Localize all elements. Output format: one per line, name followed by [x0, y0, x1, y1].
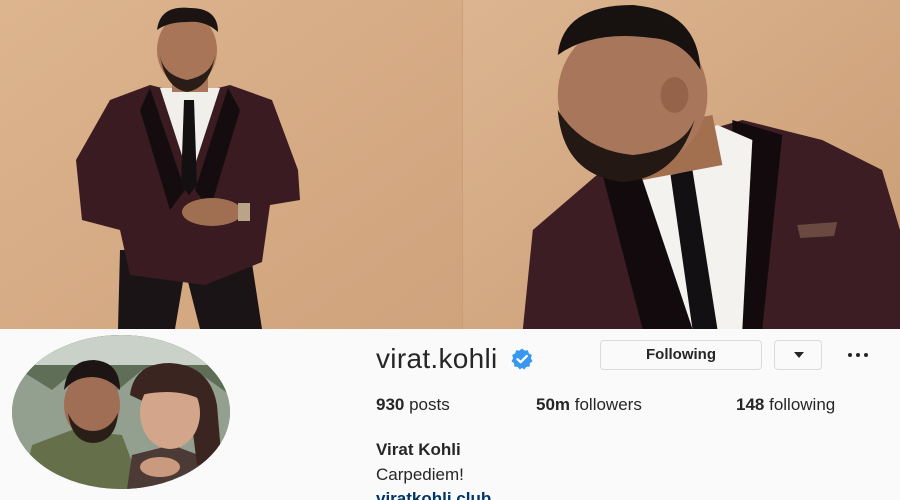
- followers-count: 50m: [536, 395, 575, 414]
- posts-stat[interactable]: 930 posts: [376, 395, 536, 415]
- profile-full-name: Virat Kohli: [376, 440, 461, 459]
- verified-badge-icon: [510, 347, 534, 371]
- suit-portrait-image: [0, 0, 462, 329]
- profile-avatar[interactable]: [12, 335, 230, 489]
- following-count: 148: [736, 395, 770, 414]
- caret-down-icon: [794, 352, 804, 358]
- posts-label: posts: [409, 395, 450, 414]
- username-row: virat.kohli: [376, 341, 534, 377]
- profile-bio: Carpediem!: [376, 465, 464, 484]
- followers-stat[interactable]: 50m followers: [536, 395, 736, 415]
- following-button[interactable]: Following: [600, 340, 762, 370]
- profile-header: virat.kohli Following 930 posts 50m foll…: [0, 329, 900, 500]
- profile-username: virat.kohli: [376, 343, 498, 374]
- profile-website-link[interactable]: viratkohli.club: [376, 489, 491, 500]
- profile-stats: 930 posts 50m followers 148 following: [376, 395, 835, 415]
- following-stat[interactable]: 148 following: [736, 395, 835, 415]
- more-options-icon[interactable]: [845, 344, 871, 366]
- posts-count: 930: [376, 395, 410, 414]
- post-photo-full-suit[interactable]: [0, 0, 462, 329]
- closeup-portrait-image: [463, 0, 900, 329]
- suggested-accounts-dropdown-button[interactable]: [774, 340, 822, 370]
- following-label: following: [769, 395, 836, 414]
- followers-label: followers: [574, 395, 642, 414]
- photo-banner: [0, 0, 900, 329]
- avatar-image: [12, 335, 230, 489]
- post-photo-closeup[interactable]: [462, 0, 900, 329]
